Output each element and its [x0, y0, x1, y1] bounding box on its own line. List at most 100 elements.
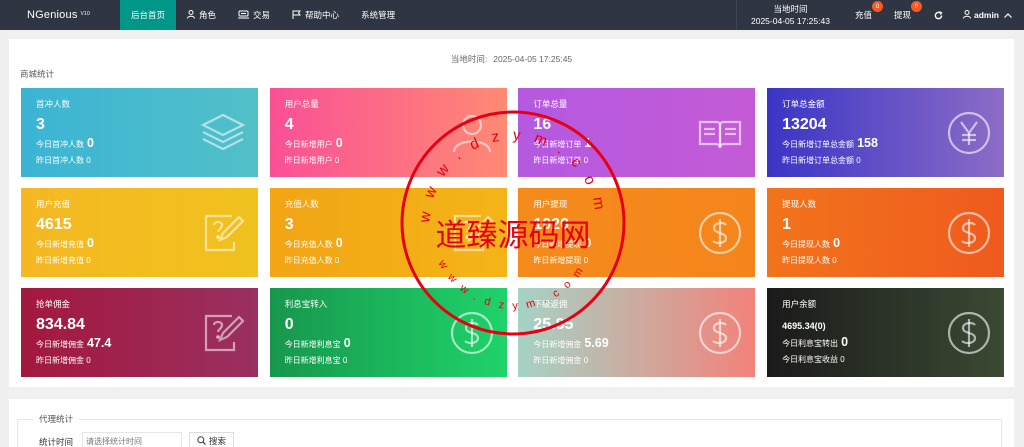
card-title: 订单总金额	[782, 99, 825, 109]
stats-grid: 首冲人数 3 今日首冲人数 0 昨日首冲人数 0 用户总量 4 今日新增用户 0 昨日新增用户 0…	[21, 88, 1005, 377]
card-yesterday: 昨日充值人数 0	[284, 256, 340, 265]
user-name: admin	[973, 10, 999, 20]
user-icon	[962, 9, 971, 21]
top-navbar: NGenious V10 后台首页 角色 交易 帮助中心 系统管理 当地时间 2…	[0, 0, 1024, 30]
card-today-value: 5.69	[584, 336, 609, 350]
edit-icon	[449, 210, 495, 256]
stat-card[interactable]: 订单总量 16 今日新增订单 1 昨日新增订单 0	[518, 88, 756, 177]
local-time-label: 当地时间:	[450, 54, 488, 64]
users-icon	[449, 110, 495, 156]
mall-stats-panel: 当地时间: 2025-04-05 17:25:45 商城统计 首冲人数 3 今日首冲人…	[9, 39, 1014, 387]
recharge-badge: 0	[871, 1, 883, 12]
card-today-value: 0	[833, 236, 841, 250]
stat-card[interactable]: 首冲人数 3 今日首冲人数 0 昨日首冲人数 0	[21, 88, 258, 177]
yen-icon	[946, 110, 992, 156]
clock-label: 当地时间	[773, 4, 808, 14]
user-menu[interactable]: admin	[955, 0, 1024, 30]
card-today-label: 今日新增佣金	[36, 340, 84, 349]
main-nav: 后台首页 角色 交易 帮助中心 系统管理	[120, 0, 406, 30]
stat-card[interactable]: 提现人数 1 今日提现人数 0 昨日提现人数 0	[767, 188, 1005, 277]
search-label: 搜索	[209, 436, 227, 446]
card-title: 用户余额	[782, 299, 817, 309]
card-yesterday: 昨日新增订单总金额 0	[782, 156, 861, 165]
user-icon	[187, 9, 196, 21]
stat-card[interactable]: 用户总量 4 今日新增用户 0 昨日新增用户 0	[269, 88, 507, 177]
local-time-value: 2025-04-05 17:25:45	[493, 54, 573, 64]
withdraw-button[interactable]: 提现 0	[883, 0, 922, 30]
card-yesterday: 昨日首冲人数 0	[36, 156, 91, 165]
card-today-label: 今日新增订单总金额	[782, 140, 855, 149]
nav-item-system[interactable]: 系统管理	[350, 0, 406, 30]
card-title: 用户总量	[284, 99, 319, 109]
search-icon	[197, 435, 206, 447]
card-today-label: 今日新增充值	[36, 240, 84, 249]
card-yesterday: 昨日新增用户 0	[284, 156, 340, 165]
app-name: NGenious	[27, 9, 78, 21]
book-icon	[697, 110, 743, 156]
card-today-value: 1	[584, 136, 592, 150]
stat-card[interactable]: 用户充值 4615 今日新增充值 0 昨日新增充值 0	[21, 188, 258, 277]
card-title: 用户充值	[36, 199, 71, 209]
edit-icon	[200, 210, 246, 256]
stat-card[interactable]: 充值人数 3 今日充值人数 0 昨日充值人数 0	[269, 188, 507, 277]
dollar-icon	[946, 210, 992, 256]
stat-card[interactable]: 下级返佣 25.85 今日新增佣金 5.69 昨日新增佣金 0	[518, 288, 756, 377]
stat-time-input[interactable]	[82, 432, 182, 447]
card-today-label: 今日新增订单	[533, 140, 582, 149]
app-version: V10	[80, 11, 91, 17]
stat-card[interactable]: 抢单佣金 834.84 今日新增佣金 47.4 昨日新增佣金 0	[21, 288, 258, 377]
card-yesterday: 昨日新增订单 0	[533, 156, 589, 165]
flag-icon	[292, 10, 302, 21]
recharge-label: 充值	[854, 10, 872, 20]
nav-item-label: 交易	[253, 10, 271, 20]
card-today-label: 今日新增用户	[284, 140, 333, 149]
card-yesterday: 昨日新增佣金 0	[36, 356, 91, 365]
agent-stats-panel: 代理统计 统计时间 搜索	[9, 399, 1014, 447]
nav-item-label: 角色	[199, 10, 217, 20]
refresh-icon[interactable]	[922, 0, 955, 30]
dollar-icon	[697, 210, 743, 256]
exchange-icon	[238, 10, 250, 21]
card-today-label: 今日新增提现	[533, 240, 582, 249]
local-time: 当地时间: 2025-04-05 17:25:45	[9, 53, 1014, 65]
nav-item-label: 帮助中心	[305, 10, 340, 20]
card-today-label: 今日新增利息宝	[284, 340, 341, 349]
app-logo[interactable]: NGenious V10	[0, 9, 120, 21]
nav-item-trade[interactable]: 交易	[227, 0, 281, 30]
dollar-icon	[449, 310, 495, 356]
edit-icon	[200, 310, 246, 356]
card-today-value: 0	[584, 236, 592, 250]
card-title: 充值人数	[284, 199, 319, 209]
header-right: 当地时间 2025-04-05 17:25:43 充值 0 提现 0 admin	[736, 0, 1024, 30]
stat-card[interactable]: 订单总金额 13204 今日新增订单总金额 158 昨日新增订单总金额 0	[767, 88, 1005, 177]
card-yesterday: 昨日提现人数 0	[782, 256, 837, 265]
card-yesterday: 昨日新增提现 0	[533, 256, 589, 265]
card-today-label: 今日充值人数	[284, 240, 333, 249]
card-title: 提现人数	[782, 199, 817, 209]
card-today-value: 0	[87, 136, 94, 150]
nav-item-dashboard[interactable]: 后台首页	[120, 0, 177, 30]
stat-card[interactable]: 用户提现 1020 今日新增提现 0 昨日新增提现 0	[518, 188, 756, 277]
card-title: 利息宝转入	[284, 299, 328, 309]
recharge-button[interactable]: 充值 0	[844, 0, 883, 30]
dollar-icon	[946, 310, 992, 356]
header-clock: 当地时间 2025-04-05 17:25:43	[736, 0, 844, 30]
nav-item-roles[interactable]: 角色	[176, 0, 227, 30]
clock-value: 2025-04-05 17:25:43	[751, 16, 830, 26]
stat-card[interactable]: 利息宝转入 0 今日新增利息宝 0 昨日新增利息宝 0	[269, 288, 507, 377]
agent-legend: 代理统计	[33, 413, 80, 425]
filter-label: 统计时间	[39, 437, 74, 447]
nav-item-help[interactable]: 帮助中心	[281, 0, 350, 30]
card-today-value: 0	[335, 136, 343, 150]
withdraw-label: 提现	[893, 10, 911, 20]
card-today-value: 0	[87, 236, 94, 250]
stat-card[interactable]: 用户余额 4695.34(0) 今日利息宝转出 0 今日利息宝收益 0	[767, 288, 1005, 377]
card-yesterday: 昨日新增充值 0	[36, 256, 91, 265]
section-title: 商城统计	[20, 69, 55, 79]
search-button[interactable]: 搜索	[189, 432, 235, 447]
card-title: 首冲人数	[36, 99, 71, 109]
card-title: 用户提现	[533, 199, 568, 209]
card-title: 订单总量	[533, 99, 568, 109]
nav-item-label: 后台首页	[131, 10, 166, 20]
card-yesterday: 昨日新增佣金 0	[533, 356, 589, 365]
